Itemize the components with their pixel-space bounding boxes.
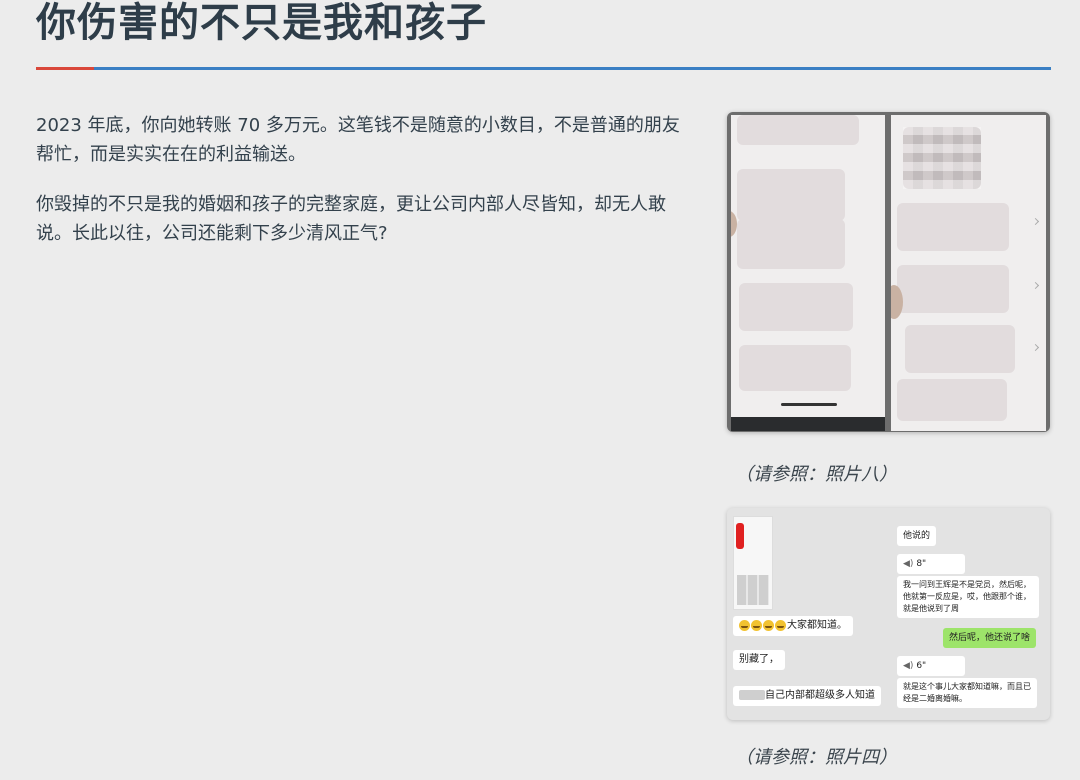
sms-bubble [897, 265, 1009, 313]
phone-bezel [731, 417, 885, 431]
voice-wave-icon: ◀) [903, 661, 914, 671]
chat-message-text: 就是这个事儿大家都知道嘛，而且已经是二婚离婚嘛。 [903, 682, 1031, 703]
chevron-right-icon [1031, 343, 1040, 352]
photo-chat-screenshots: 他说的 ◀) 8" 我一问到王辉是不是党员，然后呢，他就第一反应是，哎，他跟那个… [727, 508, 1050, 720]
emoji-icon [775, 619, 786, 631]
phone-screenshot-left [731, 115, 885, 431]
chat-bubble: 大家都知道。 [733, 616, 853, 636]
voice-message[interactable]: ◀) 6" [897, 656, 965, 676]
paragraph-1: 2023 年底，你向她转账 70 多万元。这笔钱不是随意的小数目，不是普通的朋友… [36, 115, 680, 165]
voice-message[interactable]: ◀) 8" [897, 554, 965, 574]
chat-bubble-sent: 然后呢，他还说了啥 [943, 628, 1037, 648]
blurred-name [739, 690, 765, 700]
emoji-icon [751, 619, 762, 631]
chat-bubble: 自己内部都超级多人知道 [733, 686, 881, 706]
chat-bubble: 他说的 [897, 526, 937, 546]
mini-screenshot [733, 516, 773, 610]
chevron-right-icon [1031, 281, 1040, 290]
chat-message-text: 我一问到王辉是不是党员，然后呢，他就第一反应是，哎，他跟那个谁，就是他说到了周 [903, 580, 1031, 613]
blurred-region [903, 127, 981, 189]
red-mark [736, 523, 744, 549]
chat-bubble: 就是这个事儿大家都知道嘛，而且已经是二婚离婚嘛。 [897, 678, 1037, 708]
voice-duration: 8" [916, 559, 927, 569]
chat-message-text: 大家都知道。 [787, 620, 847, 631]
chat-message-text: 别藏了， [739, 654, 779, 665]
sms-bubble [739, 345, 851, 391]
chat-bubble: 别藏了， [733, 650, 785, 670]
phone-screenshot-right [891, 115, 1046, 431]
caption-photo-4: （请参照：照片四） [735, 747, 897, 768]
article-title: 你伤害的不只是我和孩子 [36, 0, 487, 46]
emoji-icon [763, 619, 774, 631]
sms-bubble [905, 325, 1015, 373]
voice-duration: 6" [916, 661, 927, 671]
title-rule-accent [36, 67, 94, 70]
chat-message-text: 然后呢，他还说了啥 [949, 633, 1031, 643]
keyboard-thumbnail [737, 575, 769, 605]
chevron-right-icon [1031, 217, 1040, 226]
sms-bubble [739, 283, 853, 331]
sms-bubble [897, 379, 1007, 421]
sms-bubble [737, 169, 845, 221]
paragraph-2: 你毁掉的不只是我的婚姻和孩子的完整家庭，更让公司内部人尽皆知，却无人敢说。长此以… [36, 194, 666, 244]
chat-message-text: 自己内部都超级多人知道 [765, 690, 875, 701]
photo-sms-screenshots [727, 112, 1050, 432]
sms-bubble [897, 203, 1009, 251]
sms-bubble [737, 219, 845, 269]
sms-bubble [737, 115, 859, 145]
chat-bubble: 我一问到王辉是不是党员，然后呢，他就第一反应是，哎，他跟那个谁，就是他说到了周 [897, 576, 1039, 618]
emoji-icon [739, 619, 750, 631]
title-rule [36, 67, 1051, 70]
chat-message-text: 他说的 [903, 531, 931, 541]
home-indicator [781, 403, 837, 406]
caption-photo-8: （请参照：照片八） [735, 464, 897, 485]
voice-wave-icon: ◀) [903, 559, 914, 569]
